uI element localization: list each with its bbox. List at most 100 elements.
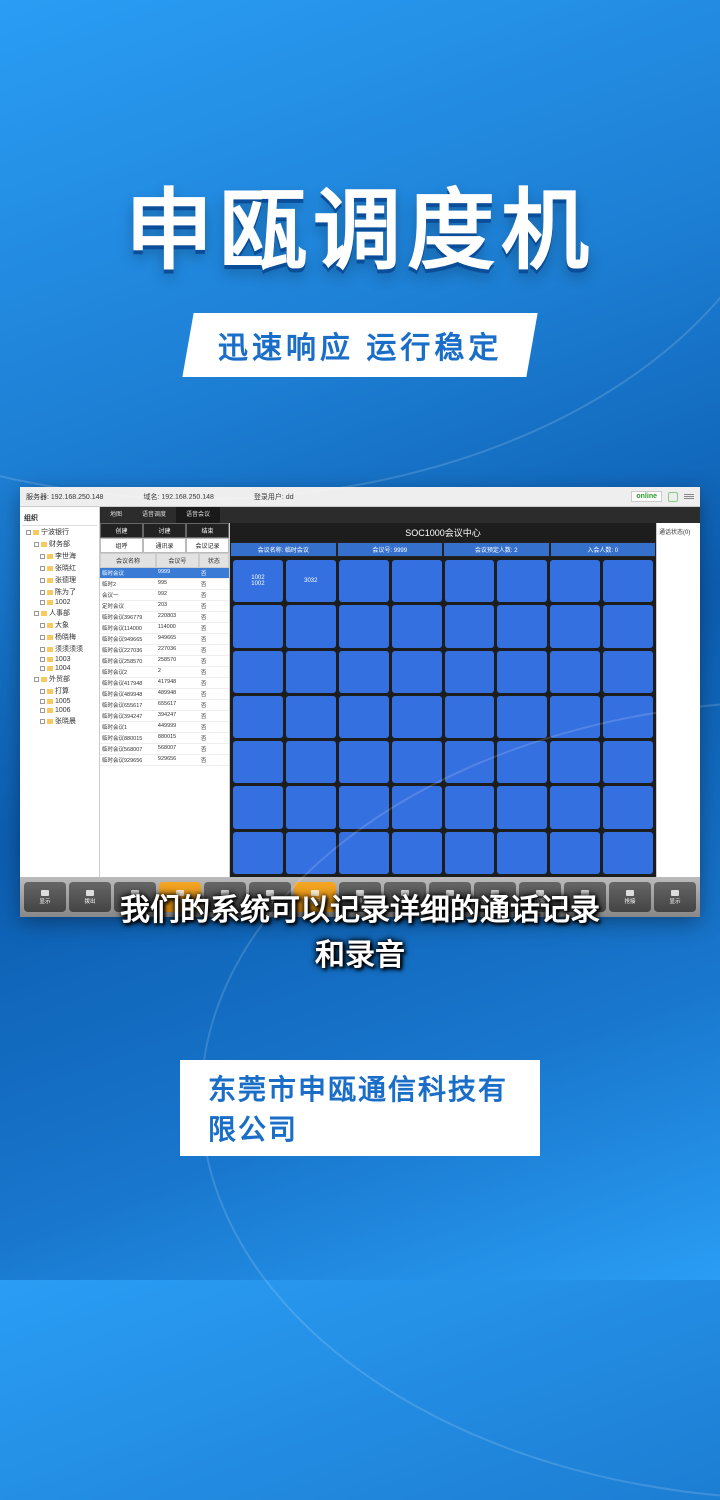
grid-cell[interactable] <box>392 560 442 602</box>
table-row[interactable]: 临时会议1449999否 <box>100 722 229 733</box>
tree-item[interactable]: 须须须须 <box>22 643 97 655</box>
grid-cell[interactable] <box>339 605 389 647</box>
tree-item[interactable]: 大象 <box>22 619 97 631</box>
tree-item[interactable]: 1003 <box>22 655 97 664</box>
table-row[interactable]: 临时会议22否 <box>100 667 229 678</box>
grid-cell[interactable] <box>233 696 283 738</box>
grid-cell[interactable] <box>339 560 389 602</box>
tree-item[interactable]: 李世海 <box>22 550 97 562</box>
org-tree[interactable]: 组织 宁波银行 财务部李世海张晓红张德理陈为了1002人事部大象杨晓梅须须须须1… <box>20 507 100 877</box>
grid-cell[interactable] <box>286 651 336 693</box>
action-button[interactable]: 结束 <box>186 523 229 538</box>
tree-item[interactable]: 杨晓梅 <box>22 631 97 643</box>
grid-cell[interactable] <box>339 741 389 783</box>
grid-cell[interactable] <box>286 786 336 828</box>
grid-cell[interactable] <box>497 651 547 693</box>
tree-item[interactable]: 张晓晨 <box>22 715 97 727</box>
tab-voice-dispatch[interactable]: 语音调度 <box>132 507 176 523</box>
grid-cell[interactable] <box>445 605 495 647</box>
grid-cell[interactable] <box>233 786 283 828</box>
grid-cell[interactable] <box>603 741 653 783</box>
menu-icon[interactable] <box>684 494 694 499</box>
grid-cell[interactable]: 3032 <box>286 560 336 602</box>
action-button[interactable]: 组呼 <box>100 538 143 553</box>
table-row[interactable]: 临时会议949665949665否 <box>100 634 229 645</box>
grid-cell[interactable] <box>497 832 547 874</box>
table-row[interactable]: 临时会议417948417948否 <box>100 678 229 689</box>
tab-map[interactable]: 地图 <box>100 507 132 523</box>
grid-cell[interactable] <box>233 741 283 783</box>
grid-cell[interactable] <box>497 560 547 602</box>
grid-cell[interactable] <box>392 605 442 647</box>
grid-cell[interactable] <box>392 696 442 738</box>
action-button[interactable]: 创建 <box>100 523 143 538</box>
tab-voice-conference[interactable]: 语音会议 <box>176 507 220 523</box>
grid-cell[interactable] <box>550 605 600 647</box>
grid-cell[interactable] <box>286 741 336 783</box>
table-row[interactable]: 临时会议489948489948否 <box>100 689 229 700</box>
table-row[interactable]: 定时会议203否 <box>100 601 229 612</box>
grid-cell[interactable] <box>550 832 600 874</box>
grid-cell[interactable] <box>603 832 653 874</box>
grid-cell[interactable] <box>550 741 600 783</box>
table-row[interactable]: 会议一992否 <box>100 590 229 601</box>
action-button[interactable]: 会议记录 <box>186 538 229 553</box>
grid-cell[interactable] <box>603 696 653 738</box>
tree-item[interactable]: 打算 <box>22 685 97 697</box>
tree-root[interactable]: 宁波银行 <box>22 526 97 538</box>
grid-cell[interactable] <box>603 786 653 828</box>
tree-item[interactable]: 张德理 <box>22 574 97 586</box>
grid-cell[interactable] <box>233 605 283 647</box>
grid-cell[interactable] <box>497 786 547 828</box>
grid-cell[interactable] <box>339 786 389 828</box>
table-row[interactable]: 临时会议114000114000否 <box>100 623 229 634</box>
grid-cell[interactable] <box>445 560 495 602</box>
grid-cell[interactable] <box>286 696 336 738</box>
action-button[interactable]: 讨建 <box>143 523 186 538</box>
grid-cell[interactable] <box>497 741 547 783</box>
grid-cell[interactable] <box>497 605 547 647</box>
tree-item[interactable]: 1006 <box>22 706 97 715</box>
table-row[interactable]: 临时会议9999否 <box>100 568 229 579</box>
table-row[interactable]: 临时会议258570258570否 <box>100 656 229 667</box>
action-button[interactable]: 通讯录 <box>143 538 186 553</box>
tree-item[interactable]: 外贸部 <box>22 673 97 685</box>
table-row[interactable]: 临时会议396779220803否 <box>100 612 229 623</box>
grid-cell[interactable] <box>339 651 389 693</box>
table-row[interactable]: 临时2995否 <box>100 579 229 590</box>
table-row[interactable]: 临时会议929656929656否 <box>100 755 229 766</box>
grid-cell[interactable] <box>445 651 495 693</box>
grid-cell[interactable] <box>445 696 495 738</box>
grid-cell[interactable] <box>603 651 653 693</box>
grid-cell[interactable] <box>392 651 442 693</box>
grid-cell[interactable] <box>550 651 600 693</box>
grid-cell[interactable] <box>392 741 442 783</box>
grid-cell[interactable] <box>392 786 442 828</box>
grid-cell[interactable] <box>603 560 653 602</box>
table-row[interactable]: 临时会议655617655617否 <box>100 700 229 711</box>
tree-item[interactable]: 1005 <box>22 697 97 706</box>
tree-item[interactable]: 人事部 <box>22 607 97 619</box>
grid-cell[interactable] <box>339 832 389 874</box>
online-status[interactable]: online <box>631 491 662 502</box>
grid-cell[interactable] <box>233 832 283 874</box>
grid-cell[interactable] <box>445 786 495 828</box>
grid-cell[interactable] <box>550 696 600 738</box>
table-row[interactable]: 临时会议568007568007否 <box>100 744 229 755</box>
tree-item[interactable]: 张晓红 <box>22 562 97 574</box>
tree-item[interactable]: 财务部 <box>22 538 97 550</box>
grid-cell[interactable] <box>550 786 600 828</box>
grid-cell[interactable] <box>603 605 653 647</box>
tree-item[interactable]: 陈为了 <box>22 586 97 598</box>
table-row[interactable]: 临时会议227036227036否 <box>100 645 229 656</box>
grid-cell[interactable] <box>550 560 600 602</box>
tree-item[interactable]: 1004 <box>22 664 97 673</box>
phone-icon[interactable] <box>668 492 678 502</box>
table-row[interactable]: 临时会议394247394247否 <box>100 711 229 722</box>
grid-cell[interactable] <box>233 651 283 693</box>
grid-cell[interactable] <box>445 741 495 783</box>
tree-item[interactable]: 1002 <box>22 598 97 607</box>
grid-cell[interactable] <box>392 832 442 874</box>
table-row[interactable]: 临时会议880015880015否 <box>100 733 229 744</box>
grid-cell[interactable]: 10021002 <box>233 560 283 602</box>
